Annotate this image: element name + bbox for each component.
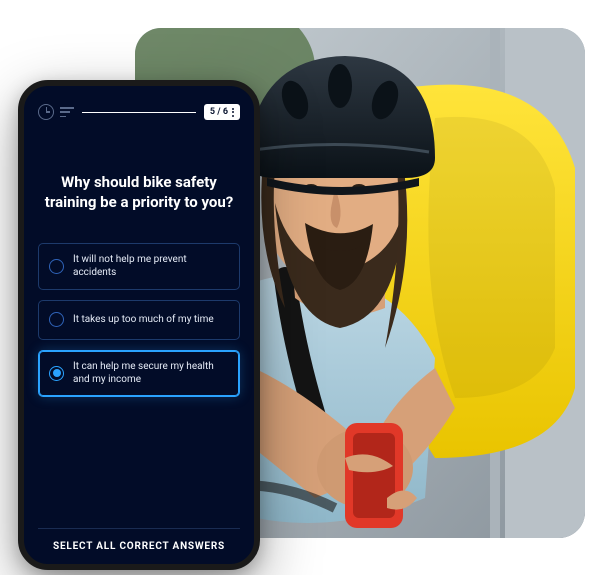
progress-counter-text: 5 / 6 — [210, 107, 228, 117]
quiz-option-label: It will not help me prevent accidents — [73, 253, 229, 280]
progress-counter-pill: 5 / 6 — [204, 104, 240, 120]
menu-icon[interactable] — [60, 107, 74, 117]
radio-icon — [49, 366, 64, 381]
more-icon[interactable] — [232, 108, 234, 117]
timer-icon — [38, 104, 54, 120]
quiz-footer-hint: SELECT ALL CORRECT ANSWERS — [38, 528, 240, 552]
radio-icon — [49, 259, 64, 274]
quiz-option-0[interactable]: It will not help me prevent accidents — [38, 243, 240, 290]
quiz-option-label: It takes up too much of my time — [73, 313, 214, 327]
progress-track — [82, 112, 196, 113]
quiz-header: 5 / 6 — [38, 100, 240, 124]
phone-mockup: 5 / 6 Why should bike safety training be… — [18, 80, 260, 570]
quiz-option-2[interactable]: It can help me secure my health and my i… — [38, 350, 240, 397]
quiz-options: It will not help me prevent accidents It… — [38, 243, 240, 397]
radio-icon — [49, 312, 64, 327]
quiz-option-1[interactable]: It takes up too much of my time — [38, 300, 240, 340]
quiz-option-label: It can help me secure my health and my i… — [73, 360, 229, 387]
quiz-question: Why should bike safety training be a pri… — [38, 172, 240, 213]
